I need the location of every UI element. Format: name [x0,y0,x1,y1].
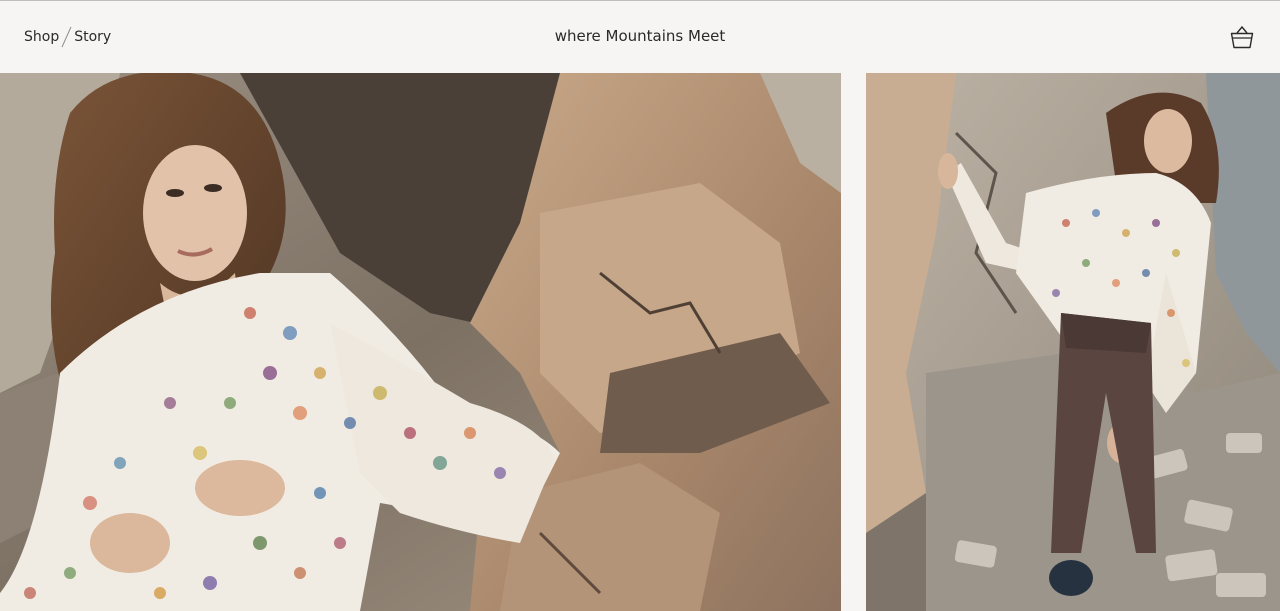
site-header: Shop Story where Mountains Meet [0,1,1280,73]
brand-title[interactable]: where Mountains Meet [0,27,1280,45]
lookbook-gallery [0,73,1280,611]
lookbook-photo-coastal-rocks[interactable] [866,73,1280,611]
lookbook-photo-rocks-closeup[interactable] [0,73,841,611]
shopping-basket-icon[interactable] [1228,23,1256,51]
